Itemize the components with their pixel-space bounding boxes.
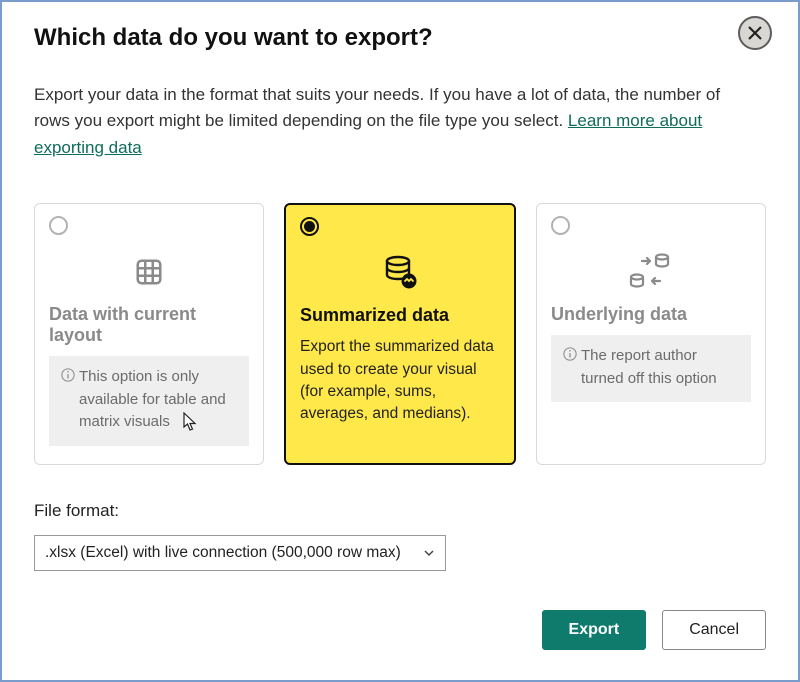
option-current-layout-title: Data with current layout <box>49 304 249 346</box>
option-current-layout[interactable]: Data with current layout This option is … <box>34 203 264 465</box>
cancel-button[interactable]: Cancel <box>662 610 766 650</box>
option-underlying[interactable]: Underlying data The report author turned… <box>536 203 766 465</box>
info-icon <box>563 345 577 390</box>
database-sync-icon <box>551 252 751 292</box>
option-current-layout-info-text: This option is only available for table … <box>79 366 237 434</box>
option-underlying-title: Underlying data <box>551 304 751 325</box>
cursor-icon <box>183 412 199 437</box>
option-summarized-body: Export the summarized data used to creat… <box>300 336 500 426</box>
close-button[interactable] <box>738 16 772 50</box>
radio-summarized[interactable] <box>300 217 319 236</box>
option-summarized-title: Summarized data <box>300 305 500 326</box>
close-icon <box>748 26 762 40</box>
file-format-label: File format: <box>34 501 766 521</box>
radio-current-layout[interactable] <box>49 216 68 235</box>
dialog-title: Which data do you want to export? <box>34 24 766 52</box>
radio-underlying[interactable] <box>551 216 570 235</box>
table-grid-icon <box>49 252 249 292</box>
export-button[interactable]: Export <box>542 610 647 650</box>
option-summarized[interactable]: Summarized data Export the summarized da… <box>284 203 516 465</box>
file-format-selected-value: .xlsx (Excel) with live connection (500,… <box>45 544 401 562</box>
chevron-down-icon <box>423 547 435 559</box>
database-commit-icon <box>300 253 500 293</box>
info-icon <box>61 366 75 434</box>
option-underlying-info: The report author turned off this option <box>551 335 751 402</box>
option-underlying-info-text: The report author turned off this option <box>581 345 739 390</box>
option-current-layout-info: This option is only available for table … <box>49 356 249 446</box>
dialog-intro: Export your data in the format that suit… <box>34 82 754 161</box>
file-format-select[interactable]: .xlsx (Excel) with live connection (500,… <box>34 535 446 571</box>
